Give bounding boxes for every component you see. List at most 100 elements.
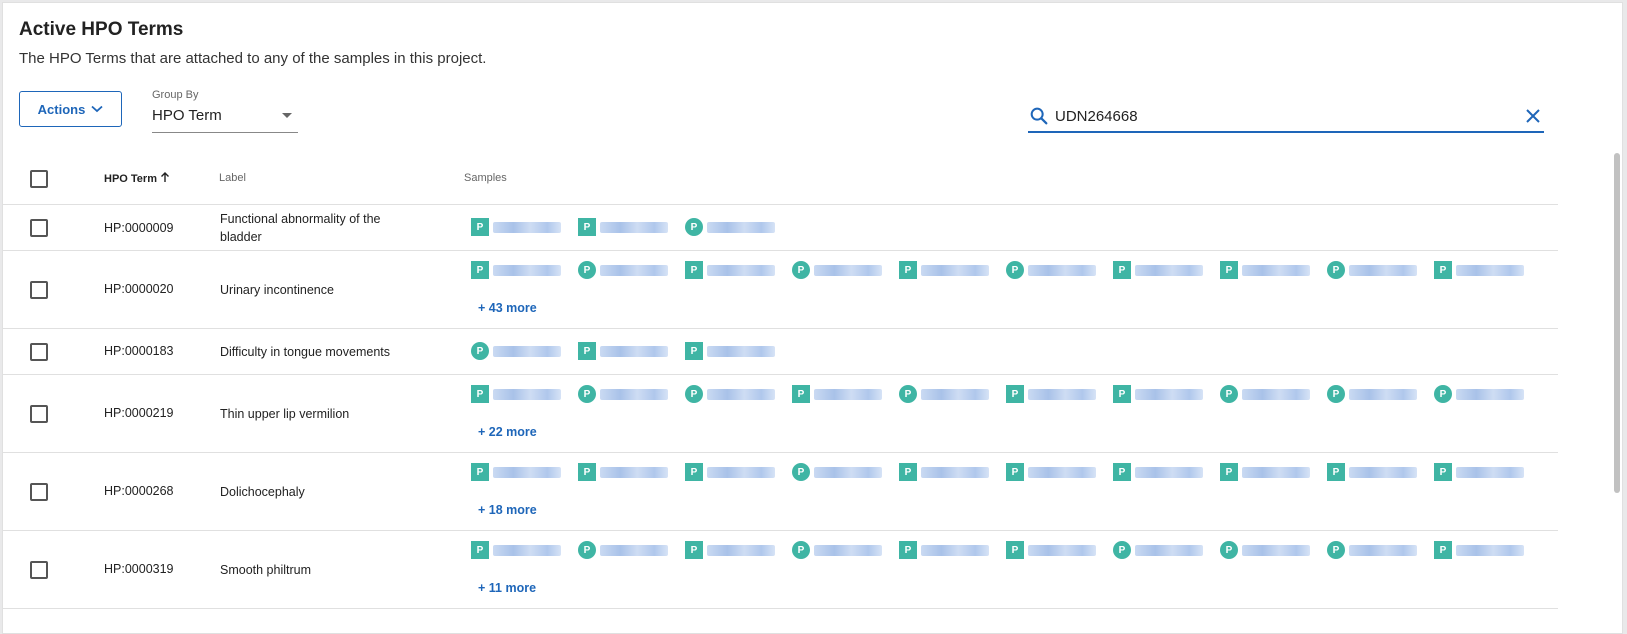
hpo-terms-card: Active HPO Terms The HPO Terms that are … — [2, 2, 1623, 634]
hpo-term-label: Dolichocephaly — [220, 485, 305, 499]
row-checkbox[interactable] — [30, 281, 48, 299]
column-header-label[interactable]: Label — [219, 172, 246, 184]
row-checkbox[interactable] — [30, 561, 48, 579]
more-samples-link[interactable]: + 18 more — [478, 503, 537, 517]
redacted-sample-id — [921, 264, 989, 276]
hpo-term-id: HP:0000020 — [104, 282, 174, 296]
sample-chip[interactable]: P — [1434, 385, 1524, 403]
redacted-sample-id — [707, 388, 775, 400]
redacted-sample-id — [707, 264, 775, 276]
sample-chip[interactable]: P — [578, 463, 668, 481]
group-by-value: HPO Term — [152, 107, 222, 124]
column-header-hpo-term-label: HPO Term — [104, 173, 157, 185]
proband-badge: P — [1113, 463, 1131, 481]
sample-chip[interactable]: P — [1006, 541, 1096, 559]
proband-badge: P — [1220, 463, 1238, 481]
proband-badge: P — [1220, 261, 1238, 279]
sample-chip[interactable]: P — [1113, 261, 1203, 279]
redacted-sample-id — [1028, 466, 1096, 478]
sample-chip[interactable]: P — [471, 261, 561, 279]
proband-badge: P — [1113, 261, 1131, 279]
group-by-select[interactable]: Group By HPO Term — [152, 89, 298, 133]
sample-chip[interactable]: P — [792, 541, 882, 559]
sample-chip[interactable]: P — [1113, 463, 1203, 481]
redacted-sample-id — [1349, 466, 1417, 478]
scrollbar[interactable] — [1614, 153, 1620, 493]
sample-chip[interactable]: P — [685, 218, 775, 236]
sample-chip[interactable]: P — [899, 541, 989, 559]
sample-chip[interactable]: P — [899, 261, 989, 279]
sample-chip[interactable]: P — [685, 385, 775, 403]
dropdown-arrow-icon — [282, 113, 292, 118]
proband-badge: P — [578, 541, 596, 559]
sample-chip[interactable]: P — [471, 385, 561, 403]
proband-badge: P — [1006, 541, 1024, 559]
hpo-term-id: HP:0000268 — [104, 484, 174, 498]
sample-chip[interactable]: P — [471, 541, 561, 559]
sample-chip[interactable]: P — [1327, 261, 1417, 279]
close-icon[interactable] — [1524, 107, 1542, 125]
sample-chip[interactable]: P — [1327, 541, 1417, 559]
row-checkbox[interactable] — [30, 219, 48, 237]
row-checkbox[interactable] — [30, 405, 48, 423]
redacted-sample-id — [814, 466, 882, 478]
proband-badge: P — [471, 463, 489, 481]
proband-badge: P — [1434, 541, 1452, 559]
redacted-sample-id — [1135, 544, 1203, 556]
sample-chip[interactable]: P — [685, 463, 775, 481]
sample-chip[interactable]: P — [1434, 463, 1524, 481]
sample-chip[interactable]: P — [471, 342, 561, 360]
proband-badge: P — [685, 463, 703, 481]
sample-chip[interactable]: P — [685, 261, 775, 279]
sample-chip[interactable]: P — [792, 261, 882, 279]
select-all-checkbox[interactable] — [30, 170, 48, 188]
redacted-sample-id — [600, 388, 668, 400]
sample-chip[interactable]: P — [1220, 261, 1310, 279]
redacted-sample-id — [1456, 264, 1524, 276]
sample-chip[interactable]: P — [578, 218, 668, 236]
redacted-sample-id — [1135, 264, 1203, 276]
sample-chip[interactable]: P — [899, 385, 989, 403]
sample-chip[interactable]: P — [1220, 541, 1310, 559]
sample-chip[interactable]: P — [1434, 261, 1524, 279]
search-input[interactable] — [1055, 105, 1495, 127]
sample-chip[interactable]: P — [1220, 463, 1310, 481]
sample-chip[interactable]: P — [1113, 385, 1203, 403]
redacted-sample-id — [1349, 544, 1417, 556]
proband-badge: P — [1434, 385, 1452, 403]
sample-chip[interactable]: P — [1006, 463, 1096, 481]
sample-chip[interactable]: P — [1220, 385, 1310, 403]
sample-chip[interactable]: P — [792, 463, 882, 481]
sample-chip[interactable]: P — [1006, 261, 1096, 279]
proband-badge: P — [685, 385, 703, 403]
sample-chip[interactable]: P — [578, 385, 668, 403]
sample-chip[interactable]: P — [685, 541, 775, 559]
sample-chip[interactable]: P — [578, 342, 668, 360]
sample-chip[interactable]: P — [1327, 385, 1417, 403]
sample-chip[interactable]: P — [578, 541, 668, 559]
proband-badge: P — [578, 261, 596, 279]
row-checkbox[interactable] — [30, 483, 48, 501]
sample-chip[interactable]: P — [471, 218, 561, 236]
more-samples-link[interactable]: + 11 more — [478, 581, 536, 595]
more-samples-link[interactable]: + 43 more — [478, 301, 537, 315]
sample-chip[interactable]: P — [578, 261, 668, 279]
redacted-sample-id — [1028, 544, 1096, 556]
sample-chip[interactable]: P — [792, 385, 882, 403]
sample-chip[interactable]: P — [1113, 541, 1203, 559]
more-samples-link[interactable]: + 22 more — [478, 425, 537, 439]
proband-badge: P — [685, 261, 703, 279]
sample-chip[interactable]: P — [471, 463, 561, 481]
actions-button[interactable]: Actions — [19, 91, 122, 127]
sample-chip[interactable]: P — [685, 342, 775, 360]
sample-chip[interactable]: P — [1434, 541, 1524, 559]
row-checkbox[interactable] — [30, 343, 48, 361]
proband-badge: P — [792, 541, 810, 559]
column-header-samples[interactable]: Samples — [464, 172, 507, 184]
sample-chip[interactable]: P — [1006, 385, 1096, 403]
column-header-hpo-term[interactable]: HPO Term — [104, 172, 170, 185]
sample-chip[interactable]: P — [899, 463, 989, 481]
proband-badge: P — [792, 463, 810, 481]
sample-chip[interactable]: P — [1327, 463, 1417, 481]
proband-badge: P — [899, 463, 917, 481]
